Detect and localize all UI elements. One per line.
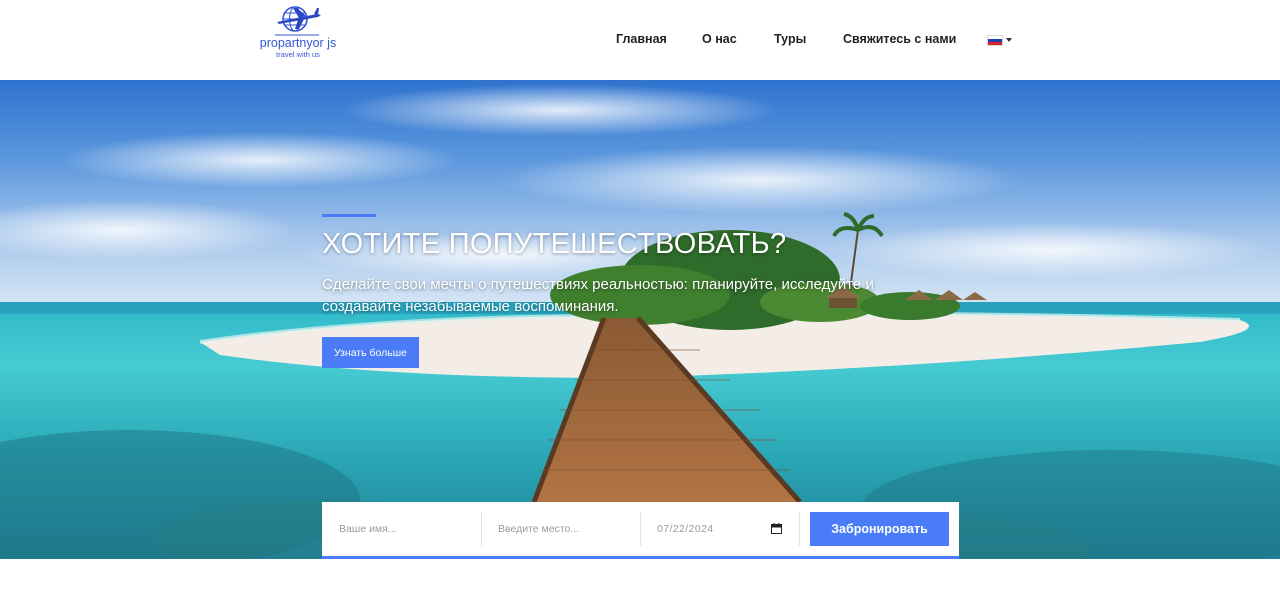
nav-item-about[interactable]: О нас — [702, 32, 737, 46]
language-selector[interactable] — [987, 35, 1013, 47]
hero-subtitle: Сделайте свои мечты о путешествиях реаль… — [322, 276, 874, 315]
nav-item-home[interactable]: Главная — [616, 32, 667, 46]
hero-accent-line — [322, 214, 376, 217]
site-header: propartnyor js travel with us Главная О … — [0, 0, 1280, 80]
name-field-wrapper — [322, 502, 481, 556]
nav-item-contact[interactable]: Свяжитесь с нами — [843, 32, 956, 46]
divider — [799, 512, 800, 546]
date-value: 07/22/2024 — [657, 523, 714, 535]
hero-section: ХОТИТЕ ПОПУТЕШЕСТВОВАТЬ? Сделайте свои м… — [0, 80, 1280, 559]
learn-more-button[interactable]: Узнать больше — [322, 337, 419, 368]
hero-title: ХОТИТЕ ПОПУТЕШЕСТВОВАТЬ? — [322, 228, 787, 260]
main-nav: Главная О нас Туры Свяжитесь с нами — [0, 32, 1280, 50]
nav-item-tours[interactable]: Туры — [774, 32, 806, 46]
date-field[interactable]: 07/22/2024 — [640, 502, 799, 556]
hero-background-image — [0, 80, 1280, 559]
caret-down-icon — [1006, 38, 1012, 42]
book-button[interactable]: Забронировать — [810, 512, 949, 546]
russia-flag-icon — [987, 35, 1003, 46]
booking-form: 07/22/2024 Забронировать — [322, 502, 959, 559]
destination-input[interactable] — [481, 502, 640, 556]
place-field-wrapper — [481, 502, 640, 556]
logo-tagline: travel with us — [276, 50, 320, 59]
calendar-icon[interactable] — [771, 523, 782, 534]
name-input[interactable] — [322, 502, 481, 556]
